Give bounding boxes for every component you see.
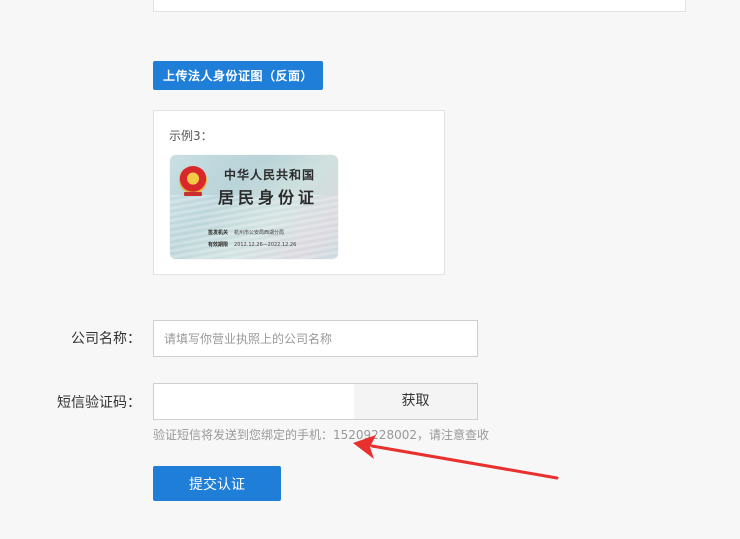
id-card-sample-image: 中华人民共和国 居民身份证 签发机关 杭州市公安局西湖分局 有效期限 2012.12… <box>170 155 338 259</box>
get-code-button[interactable]: 获取 <box>354 383 478 420</box>
national-emblem-icon <box>179 166 207 194</box>
sample-card: 示例3： 中华人民共和国 居民身份证 签发机关 杭州市公安局西湖分局 有效期限 20… <box>153 110 445 275</box>
id-card-validity-row: 有效期限 2012.12.26—2022.12.26 <box>208 241 296 248</box>
id-card-title-line1: 中华人民共和国 <box>224 168 316 182</box>
id-card-authority-row: 签发机关 杭州市公安局西湖分局 <box>208 229 284 236</box>
submit-verification-button[interactable]: 提交认证 <box>153 466 281 501</box>
company-name-label: 公司名称： <box>71 331 141 347</box>
id-card-validity-label: 有效期限 <box>208 242 229 248</box>
previous-section-box <box>153 0 686 12</box>
sms-code-label: 短信验证码： <box>57 395 141 411</box>
upload-id-back-button[interactable]: 上传法人身份证图（反面） <box>153 61 323 90</box>
id-card-validity-value: 2012.12.26—2022.12.26 <box>234 242 297 248</box>
sms-code-input[interactable] <box>153 383 355 420</box>
id-card-authority-label: 签发机关 <box>208 230 229 236</box>
id-card-authority-value: 杭州市公安局西湖分局 <box>234 230 285 236</box>
national-emblem-base <box>184 192 202 196</box>
company-name-input[interactable] <box>153 320 478 357</box>
sms-hint-text: 验证短信将发送到您绑定的手机：15209228002，请注意查收 <box>153 428 489 442</box>
id-card-title-line2: 居民身份证 <box>218 188 319 207</box>
sample-label: 示例3： <box>169 129 213 143</box>
